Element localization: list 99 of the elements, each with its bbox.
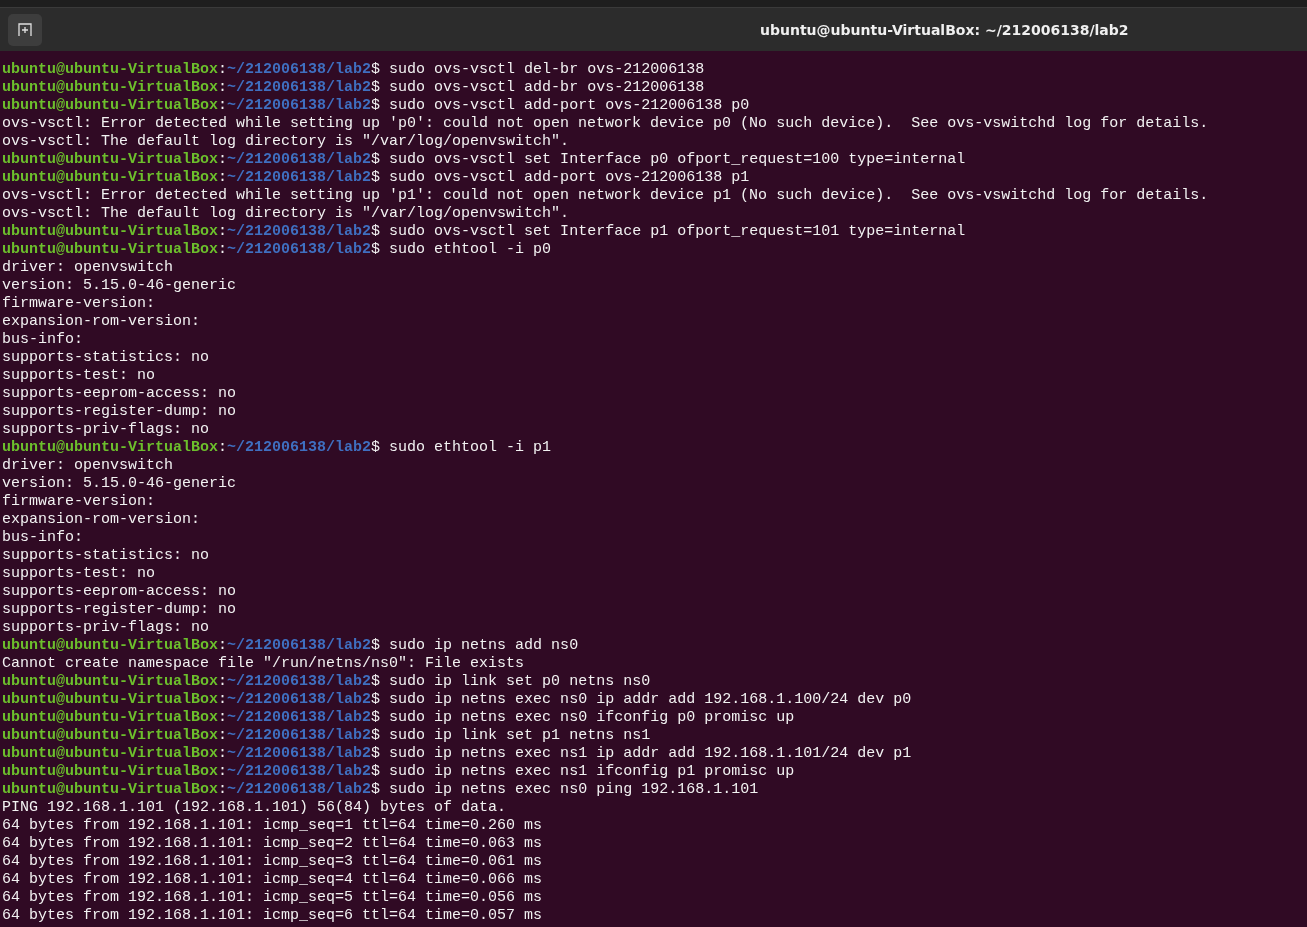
output-text: ovs-vsctl: Error detected while setting up 'p0': could not open network device p0 (No such device). See ovs-vswitchd log for details.: [2, 115, 1209, 132]
prompt-user: ubuntu@ubuntu-VirtualBox: [2, 439, 219, 456]
prompt-separator: :: [218, 61, 228, 78]
command-text: $ sudo ip netns exec ns0 ifconfig p0 promisc up: [371, 709, 795, 726]
prompt-path: ~/212006138/lab2: [227, 97, 372, 114]
output-text: supports-priv-flags: no: [2, 421, 210, 438]
output-text: version: 5.15.0-46-generic: [2, 475, 237, 492]
prompt-separator: :: [218, 439, 228, 456]
prompt-user: ubuntu@ubuntu-VirtualBox: [2, 727, 219, 744]
command-text: $ sudo ip link set p1 netns ns1: [371, 727, 651, 744]
output-text: bus-info:: [2, 529, 83, 546]
command-text: $ sudo ovs-vsctl set Interface p0 ofport_request=100 type=internal: [371, 151, 966, 168]
prompt-separator: :: [218, 637, 228, 654]
command-text: $ sudo ip netns add ns0: [371, 637, 579, 654]
output-text: 64 bytes from 192.168.1.101: icmp_seq=4 ttl=64 time=0.066 ms: [2, 871, 543, 888]
output-text: expansion-rom-version:: [2, 313, 201, 330]
command-text: $ sudo ovs-vsctl set Interface p1 ofport_request=101 type=internal: [371, 223, 966, 240]
command-text: $ sudo ethtool -i p1: [371, 439, 552, 456]
prompt-separator: :: [218, 781, 228, 798]
prompt-path: ~/212006138/lab2: [227, 709, 372, 726]
prompt-separator: :: [218, 241, 228, 258]
output-text: PING 192.168.1.101 (192.168.1.101) 56(84) bytes of data.: [2, 799, 507, 816]
prompt-separator: :: [218, 151, 228, 168]
prompt-user: ubuntu@ubuntu-VirtualBox: [2, 79, 219, 96]
prompt-path: ~/212006138/lab2: [227, 79, 372, 96]
new-tab-icon: [18, 22, 32, 37]
prompt-separator: :: [218, 691, 228, 708]
prompt-separator: :: [218, 727, 228, 744]
output-text: ovs-vsctl: The default log directory is "/var/log/openvswitch".: [2, 133, 570, 150]
prompt-user: ubuntu@ubuntu-VirtualBox: [2, 763, 219, 780]
output-text: Cannot create namespace file "/run/netns/ns0": File exists: [2, 655, 525, 672]
output-text: 64 bytes from 192.168.1.101: icmp_seq=1 ttl=64 time=0.260 ms: [2, 817, 543, 834]
prompt-user: ubuntu@ubuntu-VirtualBox: [2, 691, 219, 708]
output-text: supports-register-dump: no: [2, 403, 237, 420]
output-text: 64 bytes from 192.168.1.101: icmp_seq=5 ttl=64 time=0.056 ms: [2, 889, 543, 906]
prompt-user: ubuntu@ubuntu-VirtualBox: [2, 745, 219, 762]
command-text: $ sudo ip netns exec ns0 ping 192.168.1.101: [371, 781, 759, 798]
output-text: firmware-version:: [2, 493, 156, 510]
prompt-path: ~/212006138/lab2: [227, 763, 372, 780]
command-text: $ sudo ip link set p0 netns ns0: [371, 673, 651, 690]
prompt-path: ~/212006138/lab2: [227, 241, 372, 258]
prompt-path: ~/212006138/lab2: [227, 673, 372, 690]
prompt-separator: :: [218, 97, 228, 114]
output-text: supports-statistics: no: [2, 547, 210, 564]
output-text: ovs-vsctl: The default log directory is "/var/log/openvswitch".: [2, 205, 570, 222]
prompt-user: ubuntu@ubuntu-VirtualBox: [2, 637, 219, 654]
command-text: $ sudo ethtool -i p0: [371, 241, 552, 258]
prompt-separator: :: [218, 169, 228, 186]
command-text: $ sudo ip netns exec ns0 ip addr add 192.168.1.100/24 dev p0: [371, 691, 912, 708]
prompt-separator: :: [218, 745, 228, 762]
prompt-separator: :: [218, 709, 228, 726]
output-text: expansion-rom-version:: [2, 511, 201, 528]
prompt-path: ~/212006138/lab2: [227, 223, 372, 240]
prompt-user: ubuntu@ubuntu-VirtualBox: [2, 709, 219, 726]
prompt-separator: :: [218, 763, 228, 780]
output-text: supports-test: no: [2, 367, 156, 384]
output-text: firmware-version:: [2, 295, 156, 312]
output-text: supports-priv-flags: no: [2, 619, 210, 636]
prompt-user: ubuntu@ubuntu-VirtualBox: [2, 223, 219, 240]
prompt-path: ~/212006138/lab2: [227, 745, 372, 762]
command-text: $ sudo ovs-vsctl add-port ovs-212006138 p0: [371, 97, 750, 114]
prompt-path: ~/212006138/lab2: [227, 727, 372, 744]
command-text: $ sudo ip netns exec ns1 ifconfig p1 promisc up: [371, 763, 795, 780]
output-text: ovs-vsctl: Error detected while setting up 'p1': could not open network device p1 (No such device). See ovs-vswitchd log for details.: [2, 187, 1209, 204]
prompt-user: ubuntu@ubuntu-VirtualBox: [2, 673, 219, 690]
output-text: supports-statistics: no: [2, 349, 210, 366]
prompt-user: ubuntu@ubuntu-VirtualBox: [2, 61, 219, 78]
output-text: 64 bytes from 192.168.1.101: icmp_seq=3 ttl=64 time=0.061 ms: [2, 853, 543, 870]
prompt-separator: :: [218, 673, 228, 690]
prompt-path: ~/212006138/lab2: [227, 439, 372, 456]
prompt-path: ~/212006138/lab2: [227, 61, 372, 78]
prompt-user: ubuntu@ubuntu-VirtualBox: [2, 781, 219, 798]
output-text: driver: openvswitch: [2, 259, 174, 276]
window-title: ubuntu@ubuntu-VirtualBox: ~/212006138/lab2: [760, 20, 1129, 40]
prompt-path: ~/212006138/lab2: [227, 169, 372, 186]
output-text: 64 bytes from 192.168.1.101: icmp_seq=2 ttl=64 time=0.063 ms: [2, 835, 543, 852]
prompt-user: ubuntu@ubuntu-VirtualBox: [2, 97, 219, 114]
prompt-user: ubuntu@ubuntu-VirtualBox: [2, 169, 219, 186]
command-text: $ sudo ovs-vsctl del-br ovs-212006138: [371, 61, 705, 78]
output-text: 64 bytes from 192.168.1.101: icmp_seq=6 ttl=64 time=0.057 ms: [2, 907, 543, 924]
output-text: supports-test: no: [2, 565, 156, 582]
output-text: supports-eeprom-access: no: [2, 583, 237, 600]
output-text: supports-eeprom-access: no: [2, 385, 237, 402]
command-text: $ sudo ip netns exec ns1 ip addr add 192.168.1.101/24 dev p1: [371, 745, 912, 762]
prompt-path: ~/212006138/lab2: [227, 691, 372, 708]
prompt-separator: :: [218, 223, 228, 240]
prompt-user: ubuntu@ubuntu-VirtualBox: [2, 151, 219, 168]
output-text: driver: openvswitch: [2, 457, 174, 474]
prompt-user: ubuntu@ubuntu-VirtualBox: [2, 241, 219, 258]
prompt-separator: :: [218, 79, 228, 96]
prompt-path: ~/212006138/lab2: [227, 781, 372, 798]
output-text: supports-register-dump: no: [2, 601, 237, 618]
prompt-path: ~/212006138/lab2: [227, 151, 372, 168]
command-text: $ sudo ovs-vsctl add-port ovs-212006138 p1: [371, 169, 750, 186]
new-tab-button[interactable]: [8, 13, 42, 46]
command-text: $ sudo ovs-vsctl add-br ovs-212006138: [371, 79, 705, 96]
output-text: version: 5.15.0-46-generic: [2, 277, 237, 294]
output-text: bus-info:: [2, 331, 83, 348]
prompt-path: ~/212006138/lab2: [227, 637, 372, 654]
